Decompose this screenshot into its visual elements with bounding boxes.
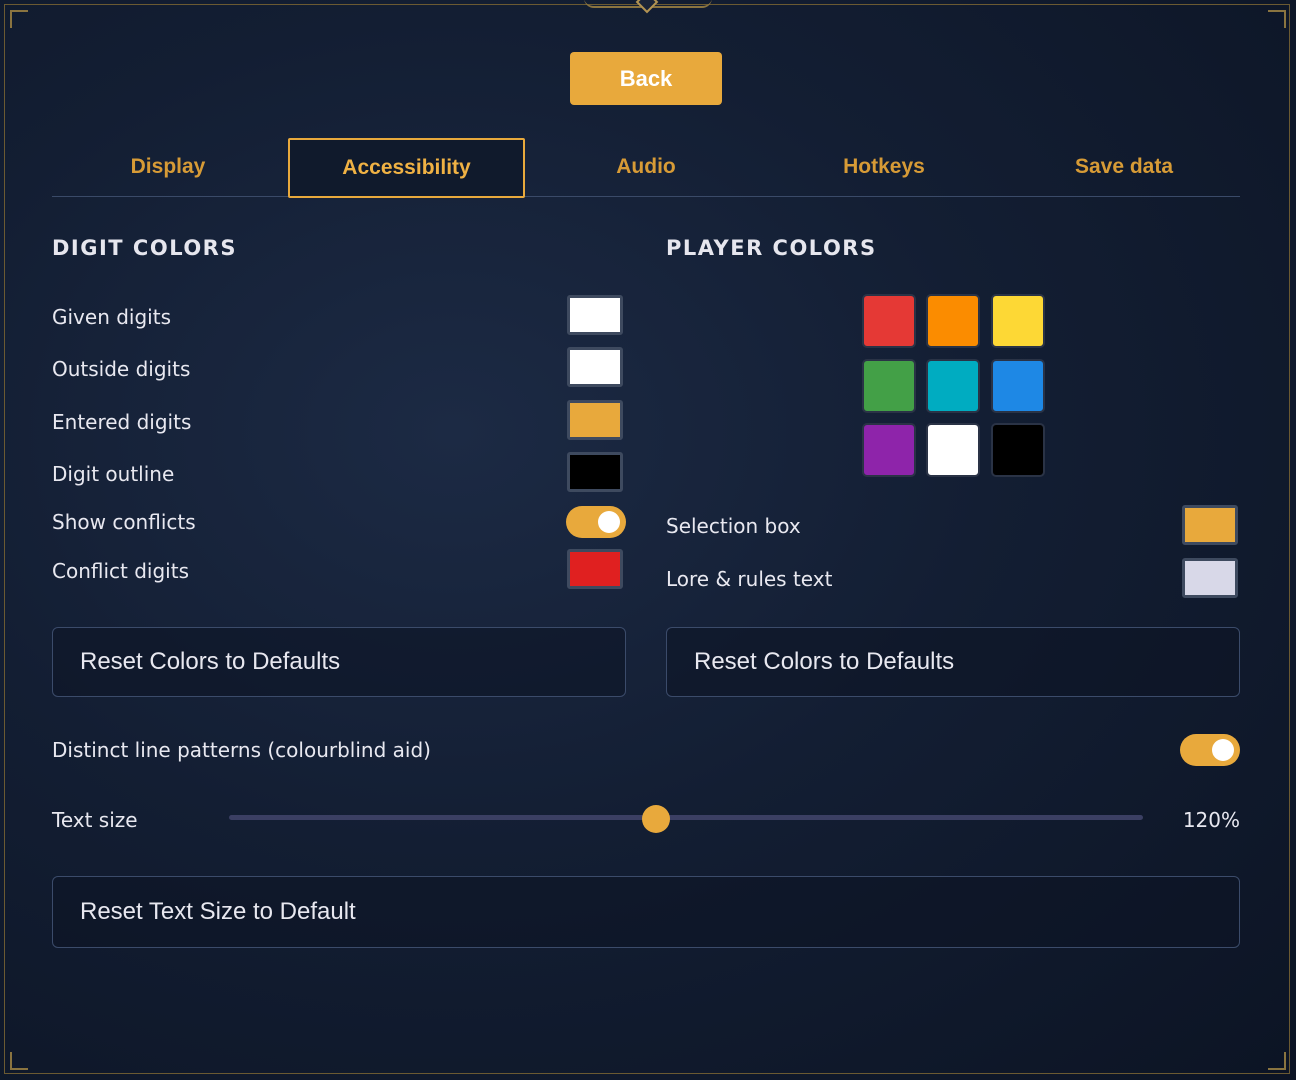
- player-color-green[interactable]: [862, 359, 916, 413]
- text-size-slider-thumb[interactable]: [641, 805, 670, 833]
- player-color-purple[interactable]: [862, 423, 916, 477]
- digit-outline-swatch[interactable]: [567, 452, 623, 492]
- lore-rules-text-swatch[interactable]: [1182, 558, 1238, 598]
- toggle-knob: [1212, 739, 1234, 761]
- reset-digit-colors-button[interactable]: Reset Colors to Defaults: [52, 627, 626, 697]
- settings-tabs: Display Accessibility Audio Hotkeys Save…: [52, 138, 1240, 198]
- text-size-slider-track[interactable]: [229, 815, 1143, 820]
- text-size-value: 120%: [1182, 808, 1240, 832]
- text-size-label: Text size: [52, 808, 138, 832]
- outside-digits-swatch[interactable]: [567, 347, 623, 387]
- player-color-yellow[interactable]: [991, 294, 1045, 348]
- tab-audio[interactable]: Audio: [526, 138, 766, 196]
- outside-digits-label: Outside digits: [52, 357, 191, 381]
- selection-box-swatch[interactable]: [1182, 505, 1238, 545]
- player-color-black[interactable]: [991, 423, 1045, 477]
- player-colors-heading: PLAYER COLORS: [666, 236, 877, 260]
- tab-hotkeys[interactable]: Hotkeys: [766, 138, 1002, 196]
- frame-corner-ornament: [10, 10, 28, 28]
- digit-colors-heading: DIGIT COLORS: [52, 236, 237, 260]
- toggle-knob: [598, 511, 620, 533]
- entered-digits-label: Entered digits: [52, 410, 192, 434]
- digit-outline-label: Digit outline: [52, 462, 175, 486]
- conflict-digits-swatch[interactable]: [567, 549, 623, 589]
- player-color-white[interactable]: [926, 423, 980, 477]
- conflict-digits-label: Conflict digits: [52, 559, 189, 583]
- player-color-blue[interactable]: [991, 359, 1045, 413]
- player-color-red[interactable]: [862, 294, 916, 348]
- reset-text-size-button[interactable]: Reset Text Size to Default: [52, 876, 1240, 948]
- entered-digits-swatch[interactable]: [567, 400, 623, 440]
- line-patterns-label: Distinct line patterns (colourblind aid): [52, 738, 431, 762]
- player-color-cyan[interactable]: [926, 359, 980, 413]
- given-digits-label: Given digits: [52, 305, 171, 329]
- tab-accessibility[interactable]: Accessibility: [288, 138, 525, 198]
- given-digits-swatch[interactable]: [567, 295, 623, 335]
- show-conflicts-label: Show conflicts: [52, 510, 196, 534]
- frame-corner-ornament: [10, 1052, 28, 1070]
- show-conflicts-toggle[interactable]: [566, 506, 626, 538]
- frame-corner-ornament: [1268, 10, 1286, 28]
- lore-rules-text-label: Lore & rules text: [666, 567, 833, 591]
- line-patterns-toggle[interactable]: [1180, 734, 1240, 766]
- player-color-orange[interactable]: [926, 294, 980, 348]
- tab-display[interactable]: Display: [52, 138, 284, 196]
- frame-corner-ornament: [1268, 1052, 1286, 1070]
- back-button[interactable]: Back: [570, 52, 722, 105]
- selection-box-label: Selection box: [666, 514, 801, 538]
- reset-player-colors-button[interactable]: Reset Colors to Defaults: [666, 627, 1240, 697]
- tab-save-data[interactable]: Save data: [1002, 138, 1246, 196]
